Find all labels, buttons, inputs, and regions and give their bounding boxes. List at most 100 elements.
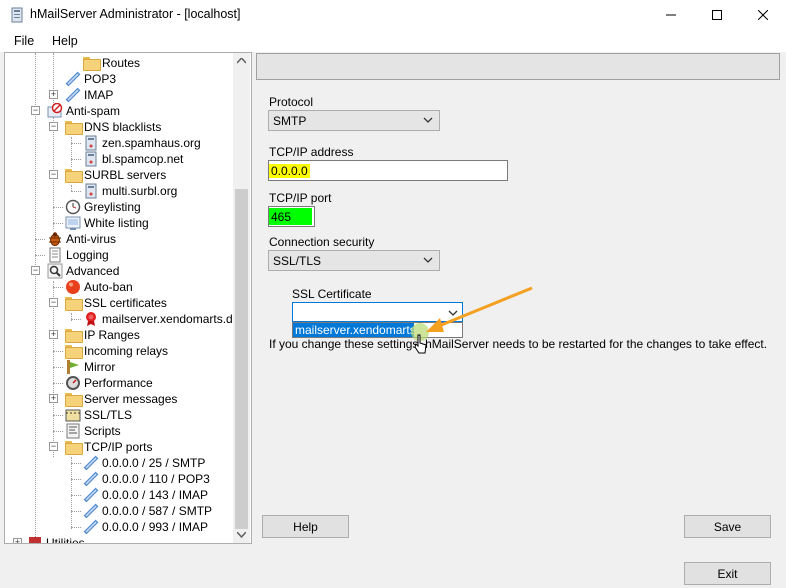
chevron-down-icon <box>423 257 433 263</box>
ssl-icon <box>65 409 81 422</box>
chevron-down-icon <box>423 117 433 123</box>
tree-item-anti-virus[interactable]: Anti-virus <box>47 231 116 247</box>
folder-icon <box>65 121 83 135</box>
tree-scrollbar[interactable] <box>233 53 250 543</box>
tree-item-routes[interactable]: Routes <box>83 55 140 71</box>
ssl-certificate-option[interactable]: mailserver.xendomarts.de <box>293 323 432 337</box>
address-label: TCP/IP address <box>269 145 354 159</box>
help-button[interactable]: Help <box>262 515 349 538</box>
bug-icon <box>49 232 61 246</box>
ssl-certificate-label: SSL Certificate <box>292 287 372 301</box>
tree-item-advanced[interactable]: Advanced <box>47 263 119 279</box>
tree-item-mirror[interactable]: Mirror <box>65 359 115 375</box>
collapse-toggle[interactable]: − <box>49 298 58 307</box>
protocol-select[interactable]: SMTP <box>268 110 440 131</box>
folder-icon <box>65 441 83 455</box>
exit-button[interactable]: Exit <box>684 562 771 585</box>
tree-item-port-587-smtp[interactable]: 0.0.0.0 / 587 / SMTP <box>83 503 212 519</box>
folder-icon <box>65 169 83 183</box>
magnifier-icon <box>47 263 63 279</box>
folder-icon <box>65 329 83 343</box>
scroll-up-icon[interactable] <box>237 58 246 64</box>
port-value: 465 <box>269 208 312 225</box>
menu-bar: File Help <box>0 30 786 52</box>
scrollbar-thumb[interactable] <box>235 189 248 529</box>
tree-item-incoming-relays[interactable]: Incoming relays <box>65 343 168 359</box>
maximize-button[interactable] <box>694 0 740 30</box>
navigation-tree[interactable]: Routes POP3 + IMAP − Anti-spam − DNS bla… <box>4 52 252 544</box>
server-icon <box>85 135 97 151</box>
tree-item-ssl-certificates[interactable]: SSL certificates <box>65 295 167 311</box>
title-bar: hMailServer Administrator - [localhost] <box>0 0 786 30</box>
window-title: hMailServer Administrator - [localhost] <box>30 7 241 21</box>
protocol-label: Protocol <box>269 95 314 109</box>
tree-item-auto-ban[interactable]: Auto-ban <box>65 279 133 295</box>
folder-icon <box>65 393 83 407</box>
close-button[interactable] <box>740 0 786 30</box>
tree-item-bl-spamcop[interactable]: bl.spamcop.net <box>83 151 183 167</box>
expand-toggle[interactable]: + <box>13 538 22 543</box>
server-icon <box>85 183 97 199</box>
tree-item-scripts[interactable]: Scripts <box>65 423 121 439</box>
tree-item-zen-spamhaus[interactable]: zen.spamhaus.org <box>83 135 201 151</box>
tree-item-certificate[interactable]: mailserver.xendomarts.de <box>83 311 239 327</box>
save-button[interactable]: Save <box>684 515 771 538</box>
server-icon <box>85 151 97 167</box>
security-value: SSL/TLS <box>273 253 322 268</box>
expand-toggle[interactable]: + <box>49 394 58 403</box>
tree-item-imap[interactable]: IMAP <box>65 87 113 103</box>
tree-item-port-25-smtp[interactable]: 0.0.0.0 / 25 / SMTP <box>83 455 205 471</box>
tree-item-white-listing[interactable]: White listing <box>65 215 149 231</box>
clock-icon <box>65 199 81 215</box>
expand-toggle[interactable]: + <box>49 330 58 339</box>
maximize-icon <box>712 10 722 20</box>
tree-item-tcpip-ports[interactable]: TCP/IP ports <box>65 439 152 455</box>
certificate-icon <box>86 312 96 326</box>
address-input[interactable]: 0.0.0.0 <box>268 160 508 181</box>
security-label: Connection security <box>269 235 375 249</box>
tree-item-port-143-imap[interactable]: 0.0.0.0 / 143 / IMAP <box>83 487 208 503</box>
anti-spam-icon <box>47 103 63 118</box>
tree-item-utilities[interactable]: Utilities <box>27 535 85 543</box>
tree-item-anti-spam[interactable]: Anti-spam <box>47 103 120 119</box>
tree-item-greylisting[interactable]: Greylisting <box>65 199 141 215</box>
folder-icon <box>83 57 101 71</box>
protocol-icon <box>65 87 81 103</box>
expand-toggle[interactable]: + <box>49 90 58 99</box>
folder-icon <box>65 345 83 359</box>
tree-item-server-messages[interactable]: Server messages <box>65 391 177 407</box>
folder-icon <box>65 297 83 311</box>
address-value: 0.0.0.0 <box>269 163 310 178</box>
port-label: TCP/IP port <box>269 191 332 205</box>
tree-item-performance[interactable]: Performance <box>65 375 153 391</box>
port-input[interactable]: 465 <box>268 206 315 227</box>
collapse-toggle[interactable]: − <box>49 122 58 131</box>
whitelist-icon <box>65 216 81 230</box>
protocol-value: SMTP <box>273 113 307 128</box>
red-dot-icon <box>66 280 80 294</box>
port-icon <box>83 503 99 519</box>
tree-item-port-110-pop3[interactable]: 0.0.0.0 / 110 / POP3 <box>83 471 210 487</box>
tree-item-surbl-servers[interactable]: SURBL servers <box>65 167 166 183</box>
log-icon <box>49 247 61 263</box>
scroll-down-icon[interactable] <box>237 532 246 538</box>
tree-item-port-993-imap[interactable]: 0.0.0.0 / 993 / IMAP <box>83 519 208 535</box>
collapse-toggle[interactable]: − <box>31 106 40 115</box>
tree-item-ssl-tls[interactable]: SSL/TLS <box>65 407 132 423</box>
minimize-button[interactable] <box>648 0 694 30</box>
menu-help[interactable]: Help <box>52 34 78 48</box>
tree-item-multi-surbl[interactable]: multi.surbl.org <box>83 183 177 199</box>
tree-item-ip-ranges[interactable]: IP Ranges <box>65 327 140 343</box>
tree-item-pop3[interactable]: POP3 <box>65 71 116 87</box>
mirror-icon <box>67 360 79 374</box>
app-icon <box>11 7 23 23</box>
tree-item-logging[interactable]: Logging <box>47 247 109 263</box>
security-select[interactable]: SSL/TLS <box>268 250 440 271</box>
collapse-toggle[interactable]: − <box>49 442 58 451</box>
menu-file[interactable]: File <box>14 34 34 48</box>
tree-item-dns-blacklists[interactable]: DNS blacklists <box>65 119 161 135</box>
collapse-toggle[interactable]: − <box>49 170 58 179</box>
collapse-toggle[interactable]: − <box>31 266 40 275</box>
port-icon <box>83 471 99 487</box>
mouse-cursor-icon <box>414 334 427 354</box>
